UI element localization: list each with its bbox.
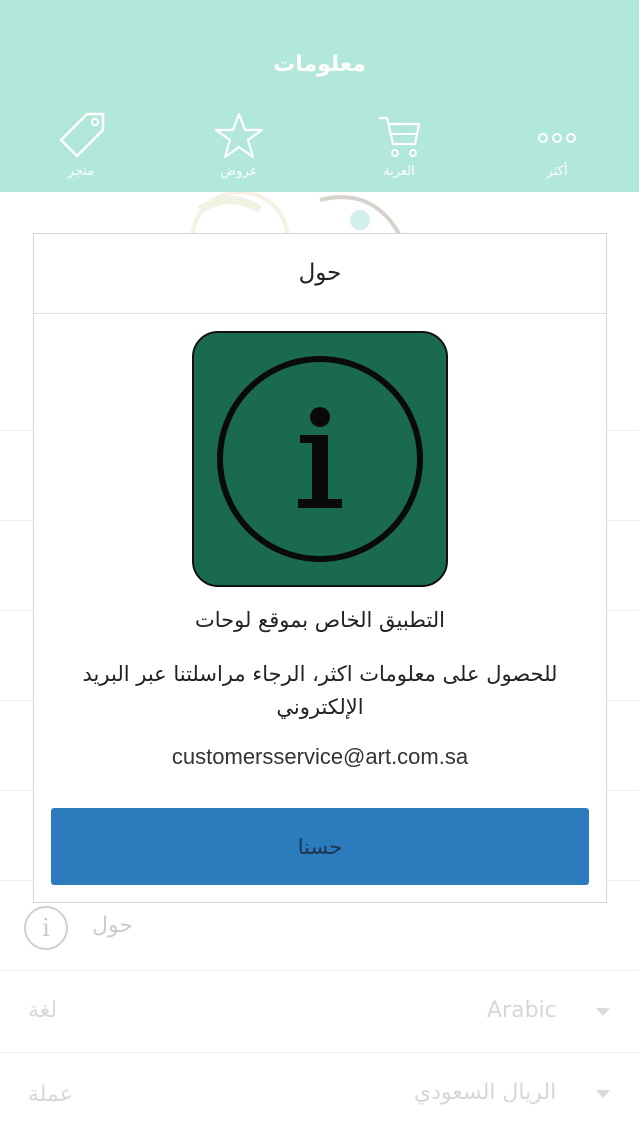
tab-offers-label: عروض [220, 164, 258, 179]
tab-cart-label: العربة [383, 164, 415, 179]
tab-more-label: أكثر [546, 164, 568, 179]
tab-store-label: متجر [67, 164, 95, 179]
about-dialog: حول التطبيق الخاص بموقع لوحات للحصول على… [33, 233, 607, 903]
cart-icon [354, 110, 444, 162]
tag-icon [36, 110, 126, 162]
dialog-line-contact: للحصول على معلومات اكثر، الرجاء مراسلتنا… [82, 662, 558, 719]
info-icon [192, 331, 448, 587]
star-icon [194, 110, 284, 162]
screen: معلومات متجر عروض العربة أكثر i حول لغة … [0, 0, 639, 1136]
more-icon [512, 110, 602, 162]
page-title: معلومات [273, 52, 366, 77]
ok-button[interactable]: حسنا [51, 808, 589, 885]
tab-offers[interactable]: عروض [194, 110, 284, 179]
dialog-line-app: التطبيق الخاص بموقع لوحات [194, 608, 446, 632]
dialog-header: حول [34, 234, 606, 314]
tab-store[interactable]: متجر [36, 110, 126, 179]
contact-email[interactable]: customersservice@art.com.sa [34, 744, 606, 770]
tab-cart[interactable]: العربة [354, 110, 444, 179]
tab-more[interactable]: أكثر [512, 110, 602, 179]
app-header: معلومات متجر عروض العربة أكثر [0, 0, 639, 192]
dialog-title: حول [298, 260, 342, 286]
